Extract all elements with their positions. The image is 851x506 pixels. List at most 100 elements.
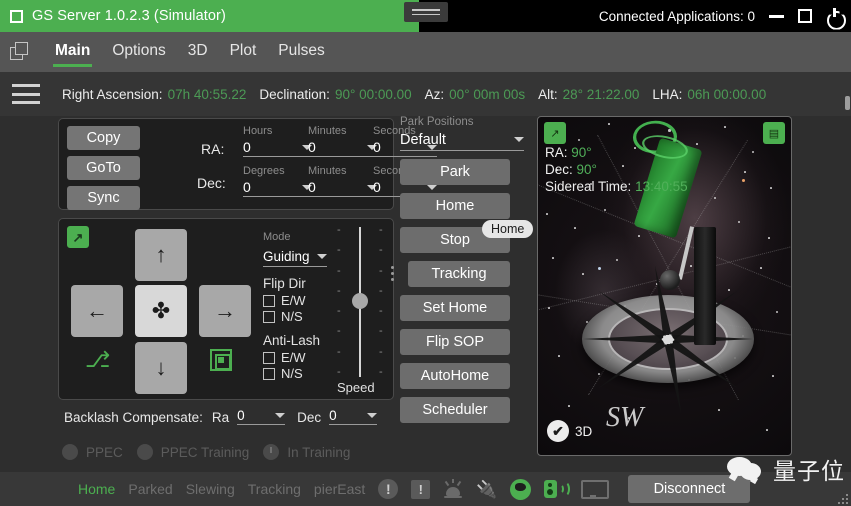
- speaker-icon[interactable]: [544, 479, 571, 499]
- ppec-training-indicator: [136, 444, 153, 460]
- chevron-down-icon[interactable]: [367, 412, 378, 418]
- sky-dec-line: Dec: 90°: [545, 161, 688, 178]
- tab-plot[interactable]: Plot: [219, 36, 268, 69]
- park-button[interactable]: Park: [400, 159, 510, 185]
- set-home-button[interactable]: Set Home: [400, 295, 510, 321]
- sync-button[interactable]: Sync: [67, 186, 140, 210]
- slew-up-button[interactable]: ↑: [135, 229, 187, 281]
- tab-main[interactable]: Main: [44, 36, 101, 69]
- disconnect-button[interactable]: Disconnect: [628, 475, 751, 503]
- coord-value: 07h 40:55.22: [167, 86, 247, 102]
- home-button[interactable]: Home: [400, 193, 510, 219]
- stepper-field[interactable]: 0: [243, 178, 312, 197]
- minimize-icon[interactable]: [769, 14, 784, 18]
- monitor-icon[interactable]: [581, 479, 610, 499]
- warning-circle-icon-wrap[interactable]: !: [378, 479, 399, 499]
- autohome-button[interactable]: AutoHome: [400, 363, 510, 389]
- park-positions-select[interactable]: Default: [400, 129, 524, 151]
- alert-square-icon-wrap[interactable]: !: [411, 479, 431, 499]
- alarm-icon[interactable]: [443, 479, 463, 499]
- dec-degrees-stepper[interactable]: Degrees 0: [243, 165, 312, 197]
- coord-azimuth: Az: 00° 00m 00s: [425, 87, 525, 102]
- checkbox-box[interactable]: [263, 351, 275, 364]
- stepper-field[interactable]: 0: [243, 138, 312, 157]
- popout-window-icon[interactable]: ↗: [67, 226, 89, 248]
- hamburger-menu-icon[interactable]: [12, 84, 40, 104]
- sky-sidereal-key: Sidereal Time:: [545, 179, 632, 194]
- display-panel-icon[interactable]: ▤: [763, 122, 785, 144]
- handle-line: [412, 8, 440, 11]
- slew-left-button[interactable]: ←: [71, 285, 123, 337]
- scheduler-button[interactable]: Scheduler: [400, 397, 510, 423]
- checkbox-box[interactable]: [263, 294, 275, 307]
- mode-value: Guiding: [263, 248, 310, 264]
- vertical-scrollbar-thumb[interactable]: [845, 96, 850, 110]
- slew-right-button[interactable]: →: [199, 285, 251, 337]
- sky-display-icon-wrap[interactable]: ▤: [763, 122, 785, 144]
- backlash-ra-stepper[interactable]: 0: [237, 406, 286, 425]
- hamburger-line: [12, 101, 40, 104]
- counterweight-shaft: [677, 226, 695, 280]
- goto-button[interactable]: GoTo: [67, 156, 140, 180]
- stepper-field[interactable]: 0: [308, 138, 377, 157]
- tracking-button[interactable]: Tracking: [408, 261, 510, 287]
- ppec-training-label: PPEC Training: [160, 444, 250, 460]
- sky-3d-view[interactable]: SW ↗ ▤ RA: 90° Dec: 90° Sidereal Time: 1…: [537, 116, 792, 456]
- copy-button[interactable]: Copy: [67, 126, 140, 150]
- spiral-search-icon[interactable]: [210, 349, 232, 371]
- toggle-3d-checkbox[interactable]: ✔ 3D: [547, 420, 592, 442]
- resize-grip[interactable]: [836, 492, 848, 504]
- checkbox-box[interactable]: [263, 367, 275, 380]
- globe-icon[interactable]: [510, 478, 532, 500]
- chevron-down-icon[interactable]: [514, 137, 524, 142]
- tab-pulses[interactable]: Pulses: [267, 36, 336, 69]
- tab-3d[interactable]: 3D: [177, 36, 219, 69]
- title-bar-left: GS Server 1.0.2.3 (Simulator): [0, 0, 226, 32]
- tab-options[interactable]: Options: [101, 36, 176, 69]
- slew-center-button[interactable]: ✤: [135, 285, 187, 337]
- plug-icon[interactable]: ⎇: [85, 349, 110, 371]
- sky-popout-icon-wrap[interactable]: ↗: [544, 122, 566, 144]
- chevron-down-icon[interactable]: [275, 412, 286, 418]
- checkbox-box[interactable]: [263, 310, 275, 323]
- coord-right-ascension: Right Ascension: 07h 40:55.22: [62, 87, 246, 102]
- alert-square-icon: !: [411, 479, 431, 499]
- mode-select[interactable]: Guiding: [263, 246, 327, 267]
- stepper-value: 0: [243, 139, 251, 155]
- popout-window-icon[interactable]: ↗: [544, 122, 566, 144]
- stepper-field[interactable]: 0: [308, 178, 377, 197]
- drag-handle-dots-icon[interactable]: [391, 266, 394, 281]
- slew-down-button[interactable]: ↓: [135, 342, 187, 394]
- tick: -: [379, 305, 383, 318]
- usb-icon[interactable]: 🔌: [476, 481, 497, 498]
- sky-readout-overlay: RA: 90° Dec: 90° Sidereal Time: 13:40:55: [545, 144, 688, 195]
- floating-control-handle[interactable]: [404, 2, 448, 22]
- stepper-caption: Degrees: [243, 165, 285, 177]
- backlash-compensate-row: Backlash Compensate: Ra 0 Dec 0: [64, 406, 389, 425]
- chevron-down-icon[interactable]: [317, 253, 327, 259]
- backlash-dec-stepper[interactable]: 0: [329, 406, 378, 425]
- park-positions-caption: Park Positions: [400, 116, 474, 128]
- power-icon[interactable]: [826, 7, 843, 25]
- ra-hours-stepper[interactable]: Hours 0: [243, 125, 312, 157]
- slider-thumb[interactable]: [352, 293, 368, 309]
- flip-sop-button[interactable]: Flip SOP: [400, 329, 510, 355]
- maximize-icon[interactable]: [798, 9, 812, 23]
- warning-circle-icon: !: [378, 479, 399, 499]
- dec-minutes-stepper[interactable]: Minutes 0: [308, 165, 377, 197]
- speaker-body: [544, 480, 558, 498]
- sky-sidereal-line: Sidereal Time: 13:40:55: [545, 178, 688, 195]
- park-controls-column: Park Positions Default Park Home Home St…: [391, 116, 534, 423]
- speed-ticks-right: - - - - - - - -: [379, 225, 383, 378]
- coord-altitude: Alt: 28° 21:22.00: [538, 87, 639, 102]
- home-button-wrap: Home Home: [400, 185, 534, 238]
- ra-minutes-stepper[interactable]: Minutes 0: [308, 125, 377, 157]
- speed-slider[interactable]: - - - - - - - - - - - - - - - - Speed: [329, 225, 391, 397]
- sw-watermark: SW: [606, 402, 644, 433]
- home-tooltip: Home: [482, 220, 534, 238]
- coord-label: Right Ascension:: [62, 86, 163, 102]
- sky-dec-key: Dec:: [545, 162, 573, 177]
- mode-caption: Mode: [263, 231, 291, 243]
- windows-restore-icon[interactable]: [10, 42, 30, 62]
- tick: -: [337, 345, 341, 358]
